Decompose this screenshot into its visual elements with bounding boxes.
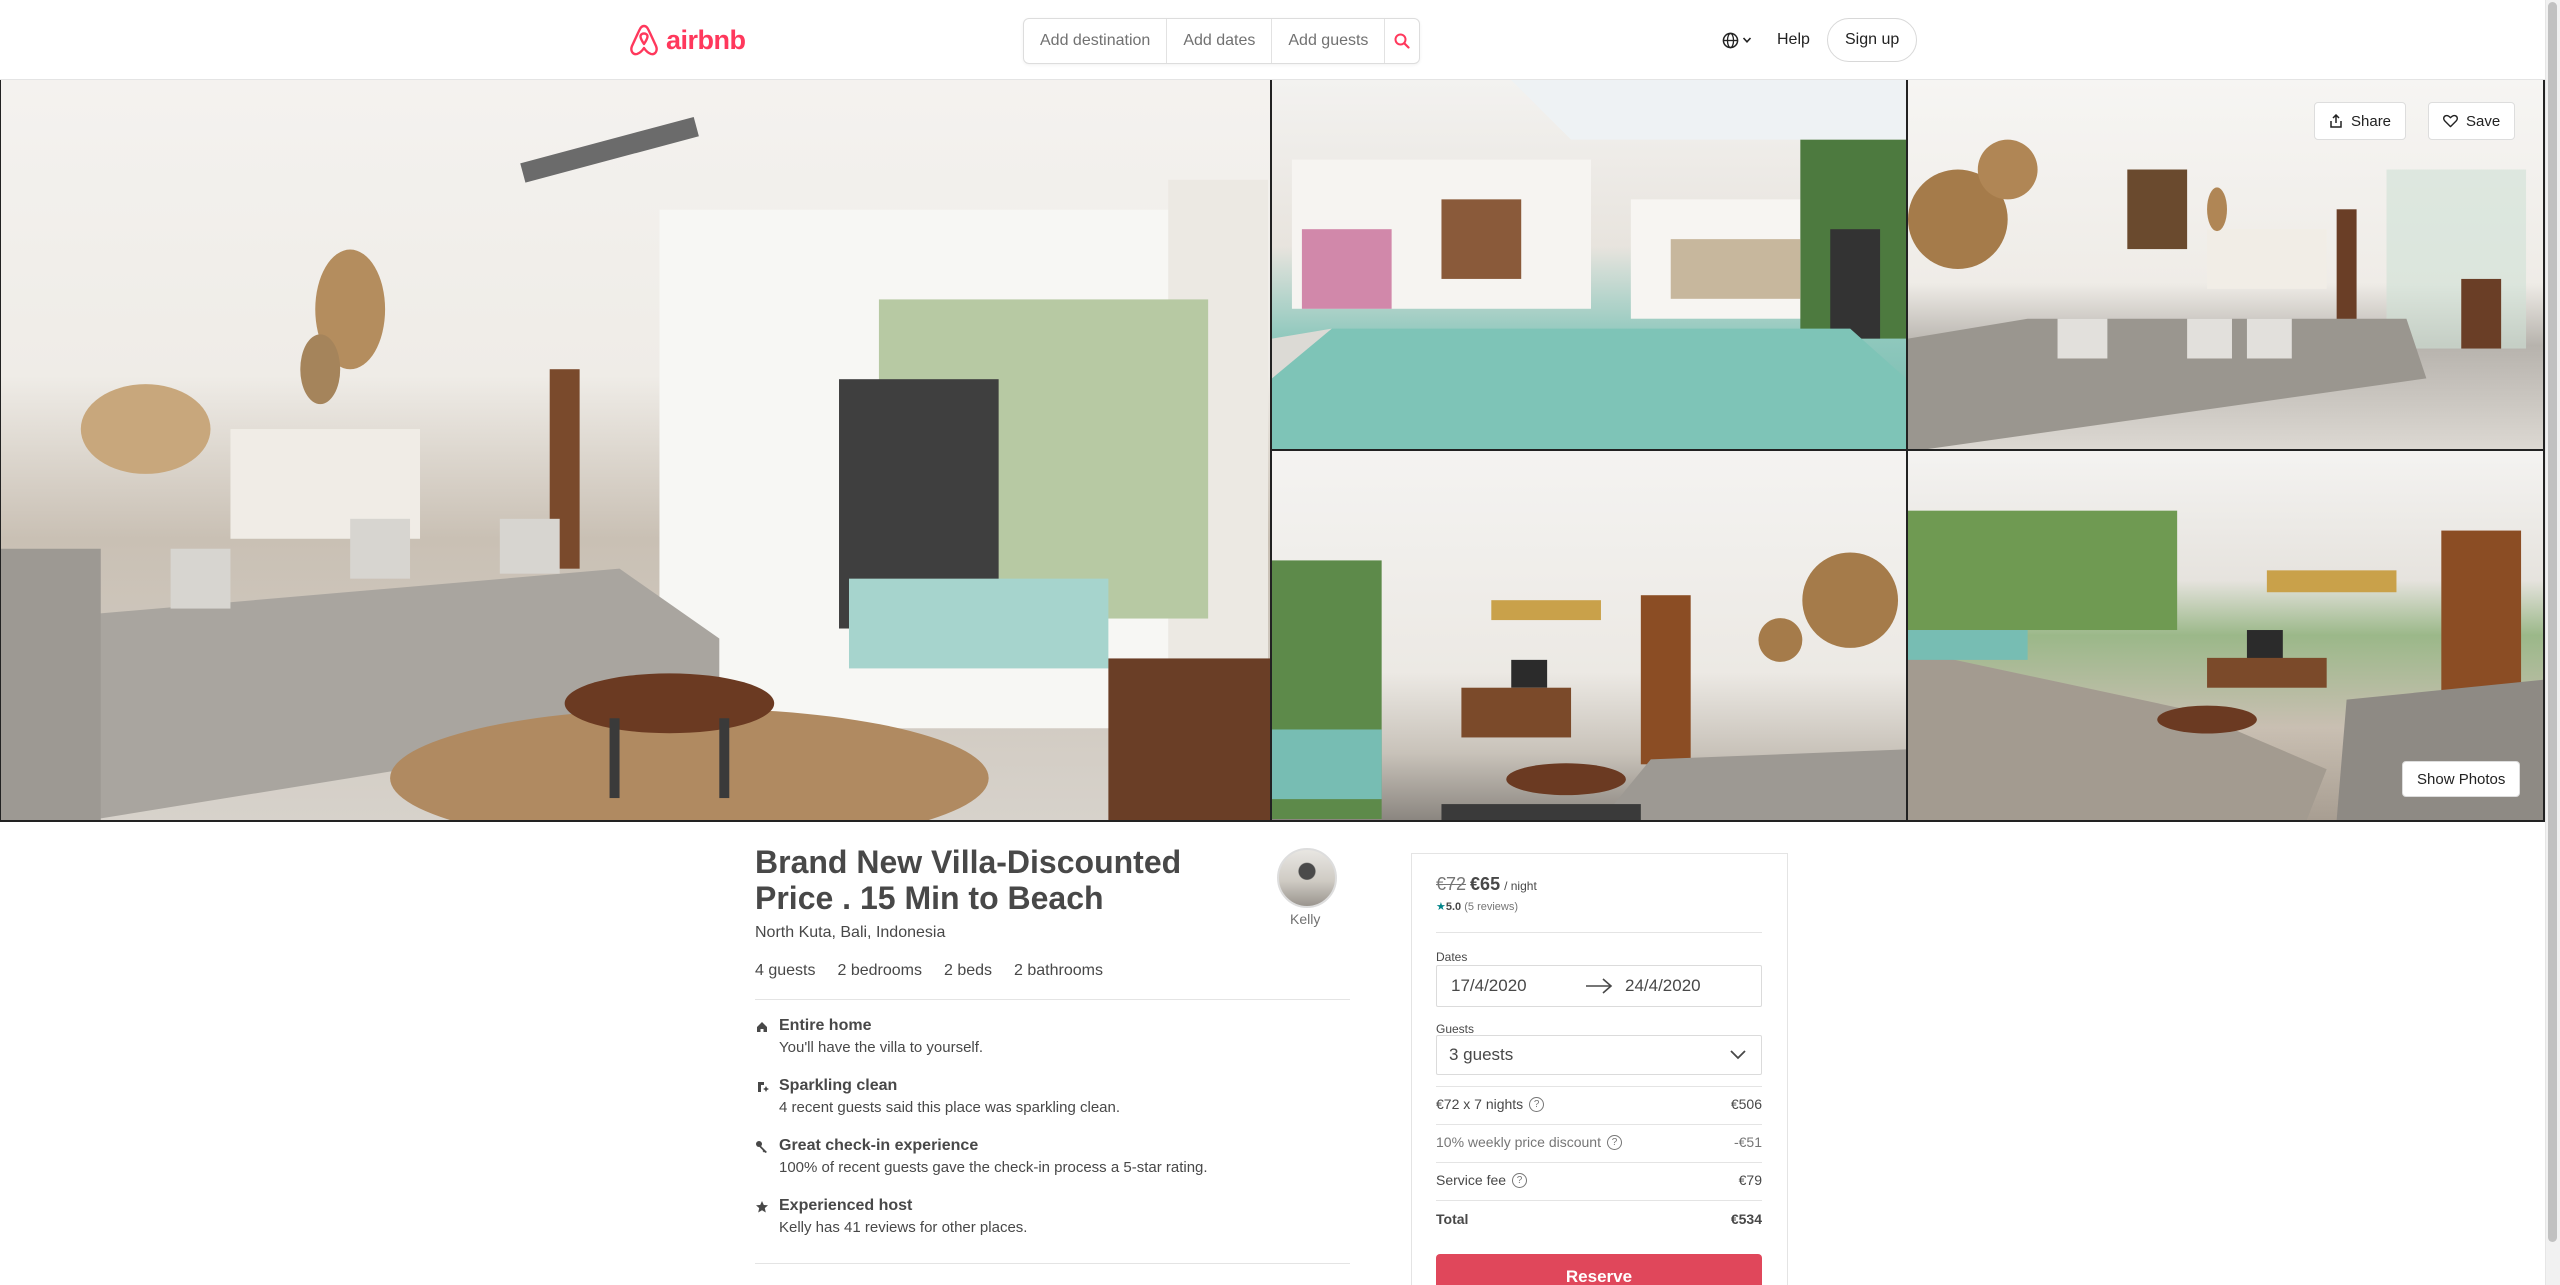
highlight-desc: You'll have the villa to yourself.	[779, 1039, 984, 1056]
fact-guests: 4 guests	[755, 962, 816, 979]
rating-value: 5.0	[1445, 901, 1462, 913]
service-fee-row: Service fee? €79	[1436, 1172, 1762, 1188]
line-value: €534	[1730, 1211, 1762, 1227]
card-divider	[1436, 932, 1762, 933]
fact-bedrooms: 2 bedrooms	[837, 962, 922, 979]
card-divider	[1436, 1200, 1762, 1201]
discount-row: 10% weekly price discount? -€51	[1436, 1134, 1762, 1150]
highlight-title: Experienced host	[779, 1197, 913, 1214]
line-label: 10% weekly price discount	[1436, 1134, 1601, 1150]
share-label: Share	[2351, 112, 2392, 130]
main-living-room-photo[interactable]	[0, 80, 1272, 822]
search-button[interactable]	[1385, 19, 1419, 63]
dates-picker[interactable]: 17/4/2020 24/4/2020	[1436, 965, 1762, 1007]
per-night-label: / night	[1504, 879, 1537, 893]
listing-location[interactable]: North Kuta, Bali, Indonesia	[755, 924, 945, 942]
living-room-illustration	[1, 116, 1270, 820]
highlight-desc: 100% of recent guests gave the check-in …	[779, 1159, 1208, 1176]
home-icon	[757, 1022, 767, 1032]
chevron-down-icon	[1742, 37, 1752, 43]
signup-button[interactable]: Sign up	[1827, 18, 1918, 62]
share-icon	[2330, 114, 2342, 128]
fact-beds: 2 beds	[943, 962, 993, 979]
fact-bathrooms: 2 bathrooms	[1014, 962, 1103, 979]
pool-courtyard-photo[interactable]	[1272, 80, 1908, 451]
share-button[interactable]: Share	[2314, 102, 2407, 140]
host-name[interactable]: Kelly	[1290, 911, 1320, 927]
guests-label: Guests	[1436, 1022, 1475, 1036]
search-icon	[1394, 33, 1410, 49]
search-bar: Add destination Add dates Add guests	[1023, 18, 1420, 64]
tv-lounge-illustration	[1272, 552, 1906, 820]
host-avatar[interactable]	[1277, 848, 1337, 908]
guests-select[interactable]: 3 guests	[1436, 1035, 1762, 1075]
nightly-total-row: €72 x 7 nights? €506	[1436, 1096, 1762, 1112]
rating-row[interactable]: ★5.0 (5 reviews)	[1436, 900, 1518, 913]
help-icon[interactable]: ?	[1529, 1096, 1545, 1112]
highlight-desc: 4 recent guests said this place was spar…	[779, 1099, 1121, 1116]
save-label: Save	[2466, 112, 2501, 130]
star-icon	[756, 1201, 768, 1213]
card-divider	[1436, 1124, 1762, 1125]
top-header: airbnb Add destination Add dates Add gue…	[0, 0, 2560, 80]
section-divider	[755, 999, 1350, 1000]
section-divider	[755, 1263, 1350, 1264]
arrow-right-icon	[1586, 978, 1613, 994]
listing-facts: 4 guests 2 bedrooms 2 beds 2 bathrooms	[755, 962, 1103, 980]
dates-field[interactable]: Add dates	[1167, 19, 1273, 63]
page-scrollbar-thumb[interactable]	[2548, 2, 2557, 1242]
highlight-desc: Kelly has 41 reviews for other places.	[779, 1219, 1028, 1236]
line-label: Total	[1436, 1211, 1469, 1227]
tv-lounge-photo[interactable]	[1272, 451, 1908, 822]
pool-illustration	[1272, 80, 1906, 449]
check-out-date[interactable]: 24/4/2020	[1625, 976, 1701, 996]
logo-text: airbnb	[666, 24, 746, 55]
listing-title: Brand New Villa-Discounted Price . 15 Mi…	[755, 844, 1182, 916]
original-price: €72	[1436, 874, 1467, 894]
help-icon[interactable]: ?	[1512, 1172, 1528, 1188]
help-icon[interactable]: ?	[1606, 1134, 1622, 1150]
booking-card: €72 €65 / night ★5.0 (5 reviews) Dates 1…	[1411, 853, 1788, 1285]
card-divider	[1436, 1162, 1762, 1163]
review-count: (5 reviews)	[1464, 901, 1519, 913]
star-icon: ★	[1436, 901, 1446, 913]
reserve-button[interactable]: Reserve	[1436, 1254, 1762, 1285]
heart-icon	[2443, 114, 2458, 128]
show-photos-button[interactable]: Show Photos	[2402, 761, 2521, 797]
save-button[interactable]: Save	[2428, 102, 2516, 140]
line-value: €506	[1730, 1096, 1762, 1112]
price-row: €72 €65 / night	[1436, 874, 1537, 895]
dates-label: Dates	[1436, 950, 1468, 964]
guests-value: 3 guests	[1449, 1045, 1514, 1064]
highlight-title: Great check-in experience	[779, 1137, 979, 1154]
chevron-down-icon	[1730, 1050, 1746, 1060]
discounted-price: €65	[1470, 874, 1501, 894]
globe-icon	[1722, 32, 1739, 48]
total-row: Total €534	[1436, 1211, 1762, 1227]
help-link[interactable]: Help	[1777, 18, 1810, 62]
guests-field[interactable]: Add guests	[1272, 19, 1386, 63]
highlight-title: Entire home	[779, 1017, 872, 1034]
card-divider	[1436, 1086, 1762, 1087]
line-value: -€51	[1733, 1134, 1762, 1150]
destination-field[interactable]: Add destination	[1024, 19, 1168, 63]
language-selector[interactable]	[1722, 18, 1752, 62]
airbnb-logo[interactable]: airbnb	[628, 22, 746, 58]
photo-gallery	[0, 80, 2545, 822]
sparkle-icon	[758, 1082, 769, 1092]
highlight-title: Sparkling clean	[779, 1077, 898, 1094]
airbnb-logo-icon	[630, 24, 658, 56]
line-label: Service fee	[1436, 1172, 1507, 1188]
check-in-date[interactable]: 17/4/2020	[1451, 976, 1527, 996]
line-value: €79	[1738, 1172, 1762, 1188]
key-icon	[756, 1141, 767, 1153]
line-label: €72 x 7 nights	[1436, 1096, 1524, 1112]
